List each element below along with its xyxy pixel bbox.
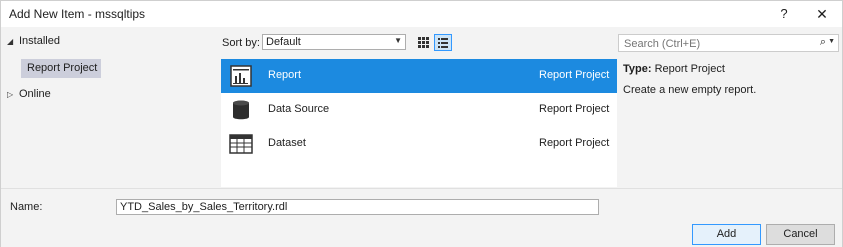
tree-node-label: Installed	[19, 35, 60, 47]
triangle-right-icon: ▷	[7, 90, 14, 99]
template-name: Dataset	[268, 137, 306, 149]
template-type: Report Project	[539, 69, 610, 81]
details-panel: Type: Report Project Create a new empty …	[623, 63, 833, 96]
details-description: Create a new empty report.	[623, 84, 757, 96]
search-icon[interactable]: ⌕	[820, 36, 826, 49]
details-type-label: Type:	[623, 63, 652, 75]
category-tree: ◢ Installed Report Project ▷ Online	[1, 27, 214, 187]
tree-node-installed[interactable]: ◢ Installed	[7, 32, 60, 50]
add-button[interactable]: Add	[692, 224, 761, 245]
template-row-data-source[interactable]: Data Source Report Project	[221, 93, 617, 127]
grid-view-icon	[418, 37, 429, 48]
add-new-item-dialog: Add New Item - mssqltips ? ✕ ◢ Installed …	[0, 0, 843, 247]
template-name: Data Source	[268, 103, 330, 115]
template-type: Report Project	[539, 137, 610, 149]
dialog-title: Add New Item - mssqltips	[9, 7, 146, 21]
name-label: Name:	[10, 201, 43, 213]
template-type: Report Project	[539, 103, 610, 115]
database-icon	[233, 100, 249, 120]
help-button[interactable]: ?	[772, 4, 796, 24]
cancel-button[interactable]: Cancel	[766, 224, 835, 245]
tree-node-label: Online	[19, 88, 51, 100]
chevron-down-icon[interactable]: ▼	[828, 38, 835, 45]
title-bar: Add New Item - mssqltips ? ✕	[1, 1, 842, 27]
details-type-value: Report Project	[654, 63, 725, 75]
template-row-report[interactable]: Report Report Project	[221, 59, 617, 93]
grid-view-button[interactable]	[414, 34, 432, 51]
tree-node-report-project[interactable]: Report Project	[21, 59, 101, 78]
tree-node-online[interactable]: ▷ Online	[7, 85, 51, 103]
footer: Name: Add Cancel	[1, 188, 842, 247]
dataset-grid-icon	[229, 134, 253, 154]
triangle-down-icon: ◢	[7, 37, 14, 46]
close-button[interactable]: ✕	[810, 4, 834, 24]
list-view-button[interactable]	[434, 34, 452, 51]
name-input[interactable]	[116, 199, 599, 215]
template-row-dataset[interactable]: Dataset Report Project	[221, 127, 617, 161]
list-view-icon	[438, 38, 448, 48]
sort-by-value: Default	[266, 36, 301, 48]
sort-by-label: Sort by:	[222, 37, 260, 49]
chevron-down-icon: ▼	[394, 36, 402, 45]
search-input[interactable]	[622, 36, 806, 52]
sort-by-dropdown[interactable]: Default ▼	[262, 34, 406, 50]
template-list: Report Report Project Data Source Report…	[221, 59, 617, 187]
details-type-line: Type: Report Project	[623, 63, 833, 75]
report-icon	[230, 65, 252, 87]
search-box: ⌕ ▼	[618, 34, 839, 52]
template-name: Report	[268, 69, 302, 81]
